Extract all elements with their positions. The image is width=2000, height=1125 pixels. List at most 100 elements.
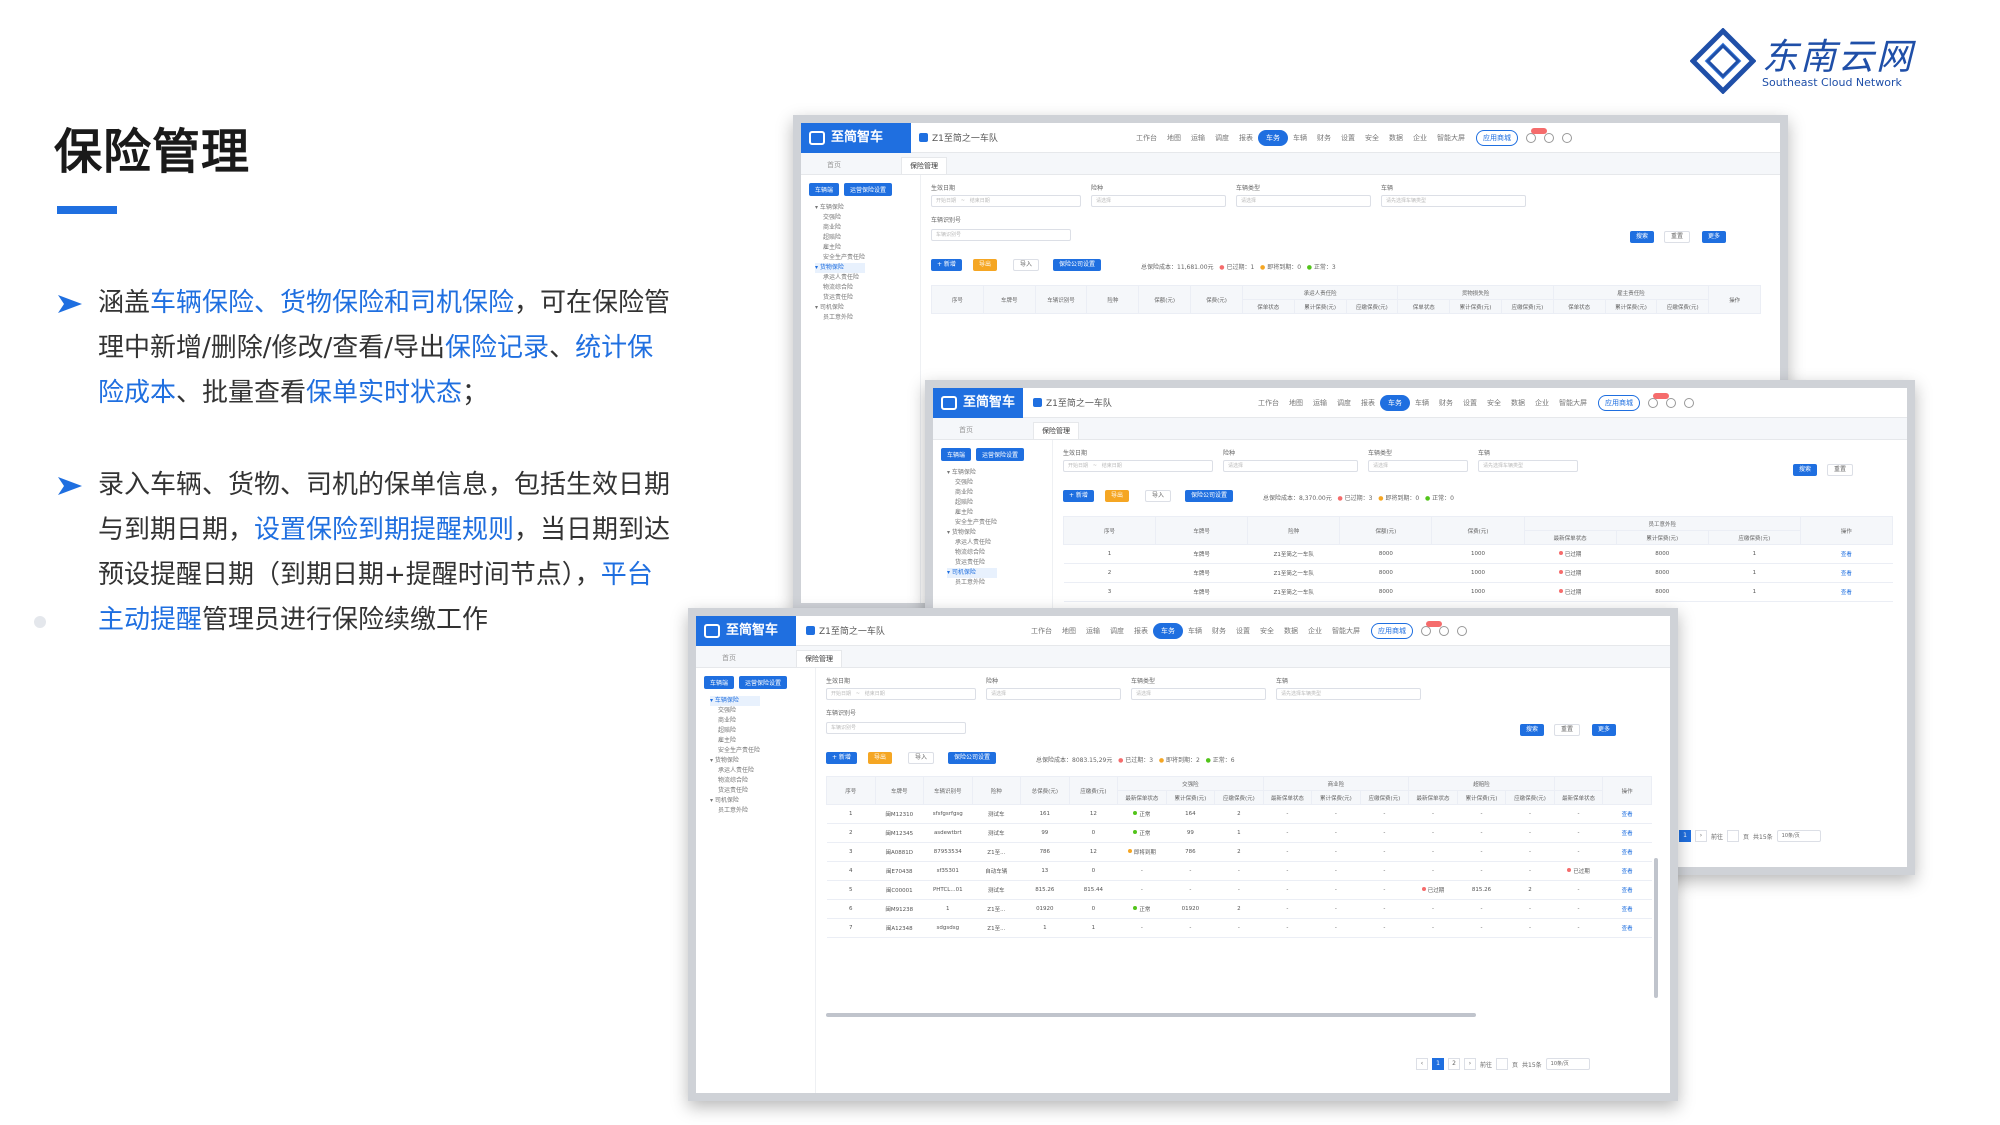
vehicle-type-select[interactable]: 请选择	[1236, 195, 1371, 207]
tree-item[interactable]: 货运责任险	[947, 558, 997, 568]
app-store-button[interactable]: 应用商城	[1371, 623, 1413, 639]
tree-item[interactable]: ▾ 车辆保险	[710, 696, 761, 706]
goto-page-input[interactable]	[1496, 1058, 1509, 1070]
company-settings-button[interactable]: 保险公司设置	[1185, 490, 1234, 502]
tree-item[interactable]: 交强险	[815, 213, 865, 223]
nav-item-9[interactable]: 数据	[1279, 626, 1303, 636]
tree-item[interactable]: ▾ 货物保险	[947, 528, 997, 538]
nav-item-11[interactable]: 智能大屏	[1432, 133, 1470, 143]
nav-item-3[interactable]: 调度	[1210, 133, 1234, 143]
nav-item-vehicle-affairs[interactable]: 车务	[1258, 130, 1288, 146]
tree-item[interactable]: 交强险	[710, 706, 760, 716]
tree-item[interactable]: 雇主险	[710, 736, 760, 746]
tree-item[interactable]: 商业险	[710, 716, 760, 726]
nav-item-1[interactable]: 地图	[1284, 398, 1308, 408]
settings-icon[interactable]	[1544, 133, 1554, 143]
tree-item[interactable]: ▾ 司机保险	[815, 303, 865, 313]
nav-item-4[interactable]: 报表	[1356, 398, 1380, 408]
vehicle-type-select[interactable]: 请选择	[1368, 460, 1468, 472]
nav-item-6[interactable]: 财务	[1312, 133, 1336, 143]
insurance-settings-button[interactable]: 运营保险设置	[844, 183, 893, 196]
tree-item[interactable]: 雇主险	[947, 508, 997, 518]
tree-item[interactable]: 安全生产责任险	[710, 746, 760, 756]
nav-item-5[interactable]: 车辆	[1183, 626, 1207, 636]
export-button[interactable]: 导出	[1105, 490, 1130, 502]
tab-insurance[interactable]: 保险管理	[901, 157, 947, 174]
search-button[interactable]: 搜索	[1629, 231, 1654, 243]
insurance-settings-button[interactable]: 运营保险设置	[739, 676, 788, 689]
table-cell[interactable]: 查看	[1602, 842, 1652, 862]
vehicle-type-select[interactable]: 请选择	[1131, 688, 1266, 700]
nav-item-9[interactable]: 数据	[1384, 133, 1408, 143]
table-cell[interactable]: 查看	[1800, 563, 1893, 583]
avatar[interactable]	[1684, 398, 1694, 408]
export-button[interactable]: 导出	[868, 752, 893, 764]
reset-button[interactable]: 重置	[1553, 724, 1580, 736]
nav-item-0[interactable]: 工作台	[1253, 398, 1284, 408]
tab-home[interactable]: 首页	[714, 650, 744, 666]
nav-item-2[interactable]: 运输	[1186, 133, 1210, 143]
team-name[interactable]: Z1至简之一车队	[919, 131, 998, 144]
tab-insurance[interactable]: 保险管理	[1033, 422, 1079, 439]
nav-item-4[interactable]: 报表	[1129, 626, 1153, 636]
nav-item-8[interactable]: 安全	[1482, 398, 1506, 408]
tree-item[interactable]: 商业险	[947, 488, 997, 498]
tree-item[interactable]: 员工意外险	[815, 313, 865, 323]
team-name[interactable]: Z1至简之一车队	[806, 624, 885, 637]
table-cell[interactable]: 查看	[1602, 861, 1652, 881]
search-button[interactable]: 搜索	[1519, 724, 1544, 736]
nav-item-2[interactable]: 运输	[1081, 626, 1105, 636]
nav-item-6[interactable]: 财务	[1434, 398, 1458, 408]
vehicle-select[interactable]: 请先选择车辆类型	[1478, 460, 1578, 472]
plate-input[interactable]: 车辆识别号	[826, 722, 966, 734]
nav-item-vehicle-affairs[interactable]: 车务	[1153, 623, 1183, 639]
settings-icon[interactable]	[1666, 398, 1676, 408]
tab-home[interactable]: 首页	[819, 157, 849, 173]
tree-item[interactable]: ▾ 司机保险	[947, 568, 998, 578]
type-select[interactable]: 请选择	[1223, 460, 1358, 472]
table-cell[interactable]: 查看	[1602, 823, 1652, 843]
next-page-button[interactable]: ›	[1695, 830, 1707, 842]
bell-icon[interactable]	[1648, 393, 1669, 408]
nav-item-6[interactable]: 财务	[1207, 626, 1231, 636]
page-2-button[interactable]: 2	[1448, 1058, 1460, 1070]
tree-item[interactable]: 承运人责任险	[710, 766, 760, 776]
tree-item[interactable]: 货运责任险	[815, 293, 865, 303]
tree-item[interactable]: 物流综合险	[947, 548, 997, 558]
nav-item-0[interactable]: 工作台	[1131, 133, 1162, 143]
import-button[interactable]: 导入	[1145, 490, 1172, 502]
next-page-button[interactable]: ›	[1464, 1058, 1476, 1070]
page-1-button[interactable]: 1	[1679, 830, 1691, 842]
nav-item-7[interactable]: 设置	[1458, 398, 1482, 408]
avatar[interactable]	[1457, 626, 1467, 636]
add-button[interactable]: + 新增	[1063, 490, 1094, 502]
vehicle-button[interactable]: 车辆端	[809, 183, 840, 196]
nav-item-11[interactable]: 智能大屏	[1327, 626, 1365, 636]
type-select[interactable]: 请选择	[986, 688, 1121, 700]
vertical-scrollbar[interactable]	[1654, 858, 1658, 998]
tree-item[interactable]: ▾ 货物保险	[710, 756, 760, 766]
tree-item[interactable]: 超赔险	[710, 726, 760, 736]
search-button[interactable]: 搜索	[1792, 464, 1817, 476]
tree-item[interactable]: 承运人责任险	[815, 273, 865, 283]
export-button[interactable]: 导出	[973, 259, 998, 271]
goto-page-input[interactable]	[1727, 830, 1740, 842]
vehicle-button[interactable]: 车辆端	[704, 676, 735, 689]
tree-item[interactable]: 员工意外险	[710, 806, 760, 816]
team-name[interactable]: Z1至简之一车队	[1033, 396, 1112, 409]
date-range-input[interactable]: 开始日期 ~ 结束日期	[931, 195, 1081, 207]
nav-item-1[interactable]: 地图	[1162, 133, 1186, 143]
nav-item-10[interactable]: 企业	[1408, 133, 1432, 143]
nav-item-7[interactable]: 设置	[1231, 626, 1255, 636]
bell-icon[interactable]	[1526, 128, 1547, 143]
add-button[interactable]: + 新增	[931, 259, 962, 271]
vehicle-select[interactable]: 请先选择车辆类型	[1276, 688, 1421, 700]
vehicle-select[interactable]: 请先选择车辆类型	[1381, 195, 1526, 207]
tab-home[interactable]: 首页	[951, 422, 981, 438]
nav-item-5[interactable]: 车辆	[1410, 398, 1434, 408]
tree-item[interactable]: 商业险	[815, 223, 865, 233]
avatar[interactable]	[1562, 133, 1572, 143]
tree-item[interactable]: 安全生产责任险	[947, 518, 997, 528]
tree-item[interactable]: 承运人责任险	[947, 538, 997, 548]
company-settings-button[interactable]: 保险公司设置	[948, 752, 997, 764]
